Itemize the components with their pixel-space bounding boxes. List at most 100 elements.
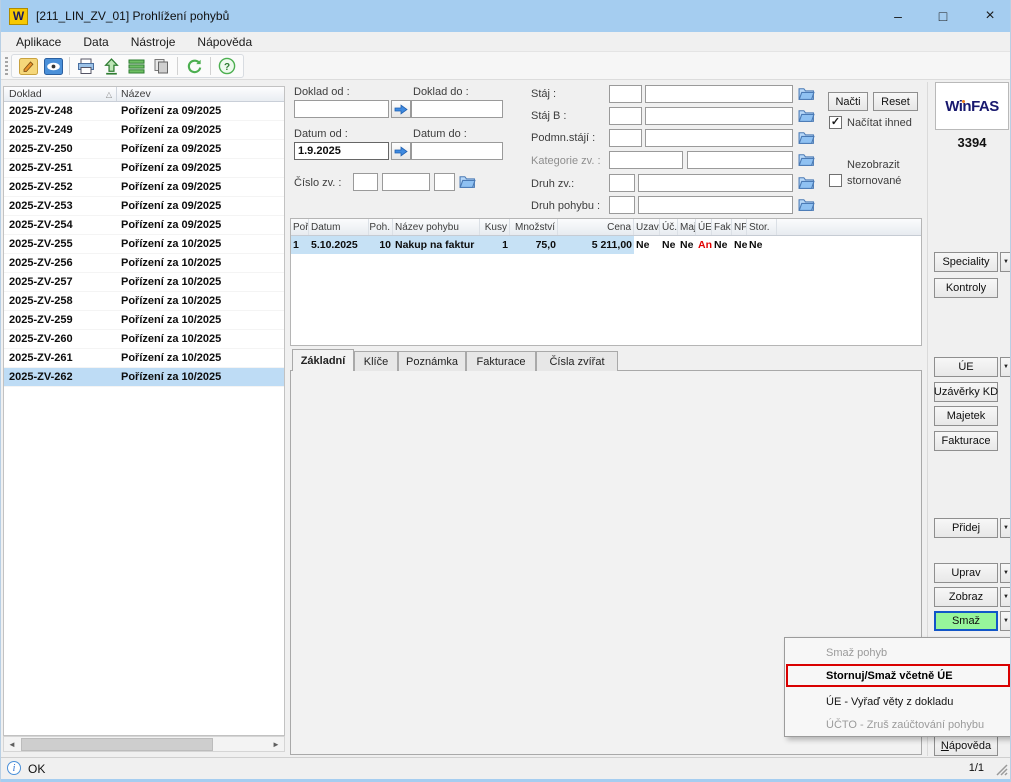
uzaverky-kd-button[interactable]: Uzávěrky KD — [934, 382, 998, 402]
maximize-button[interactable]: □ — [928, 0, 958, 32]
speciality-dropdown-icon[interactable]: ▼ — [1000, 252, 1011, 272]
list-row[interactable]: 2025-ZV-258Pořízení za 10/2025 — [4, 292, 284, 311]
edit-icon[interactable] — [17, 56, 39, 76]
col-maj[interactable]: Maj. — [678, 219, 696, 235]
list-row[interactable]: 2025-ZV-249Pořízení za 09/2025 — [4, 121, 284, 140]
list-row[interactable]: 2025-ZV-251Pořízení za 09/2025 — [4, 159, 284, 178]
druh-pohybu-code-input[interactable] — [609, 196, 635, 214]
cislo-zv-input-2[interactable] — [382, 173, 430, 191]
menu-aplikace[interactable]: Aplikace — [5, 32, 72, 51]
list-row[interactable]: 2025-ZV-256Pořízení za 10/2025 — [4, 254, 284, 273]
tab-zakladni[interactable]: Základní — [292, 349, 354, 371]
list-row[interactable]: 2025-ZV-253Pořízení za 09/2025 — [4, 197, 284, 216]
col-np[interactable]: NP — [732, 219, 747, 235]
folder-icon[interactable] — [798, 108, 815, 123]
list-row[interactable]: 2025-ZV-252Pořízení za 09/2025 — [4, 178, 284, 197]
export-icon[interactable] — [100, 56, 122, 76]
copy-doklad-arrow-button[interactable] — [391, 100, 411, 118]
copy-datum-arrow-button[interactable] — [391, 142, 411, 160]
list-row[interactable]: 2025-ZV-257Pořízení za 10/2025 — [4, 273, 284, 292]
menu-item-stornuj-smaz-vcetne-ue[interactable]: Stornuj/Smaž včetně ÚE — [786, 664, 1010, 687]
cislo-zv-input-1[interactable] — [353, 173, 378, 191]
cislo-zv-input-3[interactable] — [434, 173, 455, 191]
list-row-selected[interactable]: 2025-ZV-262Pořízení za 10/2025 — [4, 368, 284, 387]
col-ue[interactable]: ÚE — [696, 219, 712, 235]
list-row[interactable]: 2025-ZV-254Pořízení za 09/2025 — [4, 216, 284, 235]
col-kusy[interactable]: Kusy — [480, 219, 510, 235]
list-icon[interactable] — [125, 56, 147, 76]
col-datum[interactable]: Datum — [309, 219, 369, 235]
help-icon[interactable]: ? — [216, 56, 238, 76]
toolbar-grip-handle[interactable] — [5, 57, 8, 75]
nezobrazit-stornovane-checkbox[interactable] — [829, 174, 842, 187]
close-button[interactable]: × — [975, 0, 1005, 32]
pridej-dropdown-icon[interactable]: ▼ — [1000, 518, 1011, 538]
list-row[interactable]: 2025-ZV-248Pořízení za 09/2025 — [4, 102, 284, 121]
folder-icon[interactable] — [798, 175, 815, 190]
folder-icon[interactable] — [459, 174, 476, 189]
view-icon[interactable] — [42, 56, 64, 76]
smaz-dropdown-icon[interactable]: ▼ — [1000, 611, 1011, 631]
uprav-dropdown-icon[interactable]: ▼ — [1000, 563, 1011, 583]
druh-zv-code-input[interactable] — [609, 174, 635, 192]
col-fakt[interactable]: Fakt — [712, 219, 732, 235]
horizontal-scrollbar[interactable]: ◄ ► — [3, 736, 285, 752]
staj-name-input[interactable] — [645, 85, 793, 103]
zobraz-button[interactable]: Zobraz — [934, 587, 998, 607]
kategorie-name-input[interactable] — [687, 151, 793, 169]
list-row[interactable]: 2025-ZV-261Pořízení za 10/2025 — [4, 349, 284, 368]
list-row[interactable]: 2025-ZV-260Pořízení za 10/2025 — [4, 330, 284, 349]
staj-b-name-input[interactable] — [645, 107, 793, 125]
list-row[interactable]: 2025-ZV-259Pořízení za 10/2025 — [4, 311, 284, 330]
reset-button[interactable]: Reset — [873, 92, 918, 111]
tab-fakturace[interactable]: Fakturace — [466, 351, 536, 371]
refresh-icon[interactable] — [183, 56, 205, 76]
col-por[interactable]: Poř. — [291, 219, 309, 235]
druh-pohybu-name-input[interactable] — [638, 196, 793, 214]
col-poh[interactable]: Poh. — [369, 219, 393, 235]
col-mnozstvi[interactable]: Množství — [510, 219, 558, 235]
ue-dropdown-icon[interactable]: ▼ — [1000, 357, 1011, 377]
majetek-button[interactable]: Majetek — [934, 406, 998, 426]
nacti-button[interactable]: Načti — [828, 92, 868, 111]
podmn-code-input[interactable] — [609, 129, 642, 147]
menu-item-ucto-zrus-zauctovani[interactable]: ÚČTO - Zruš zaúčtování pohybu — [786, 713, 1010, 736]
podmn-name-input[interactable] — [645, 129, 793, 147]
datum-od-input[interactable]: 1.9.2025 — [294, 142, 389, 160]
scroll-left-icon[interactable]: ◄ — [4, 738, 20, 751]
col-nazev-pohybu[interactable]: Název pohybu — [393, 219, 480, 235]
minimize-button[interactable]: – — [883, 0, 913, 32]
tab-cisla-zvirat[interactable]: Čísla zvířat — [536, 351, 618, 371]
fakturace-button[interactable]: Fakturace — [934, 431, 998, 451]
druh-zv-name-input[interactable] — [638, 174, 793, 192]
kontroly-button[interactable]: Kontroly — [934, 278, 998, 298]
staj-b-code-input[interactable] — [609, 107, 642, 125]
col-uzav[interactable]: Uzav. — [634, 219, 660, 235]
folder-icon[interactable] — [798, 197, 815, 212]
column-header-doklad[interactable]: Doklad△ — [4, 87, 117, 101]
nacitat-ihned-checkbox[interactable]: ✓ — [829, 116, 842, 129]
print-icon[interactable] — [75, 56, 97, 76]
column-header-nazev[interactable]: Název — [117, 87, 284, 101]
resize-grip-icon[interactable] — [996, 764, 1008, 776]
ue-button[interactable]: ÚE — [934, 357, 998, 377]
folder-icon[interactable] — [798, 130, 815, 145]
list-row[interactable]: 2025-ZV-255Pořízení za 10/2025 — [4, 235, 284, 254]
list-row[interactable]: 2025-ZV-250Pořízení za 09/2025 — [4, 140, 284, 159]
zobraz-dropdown-icon[interactable]: ▼ — [1000, 587, 1011, 607]
col-cena[interactable]: Cena — [558, 219, 634, 235]
scrollbar-thumb[interactable] — [21, 738, 213, 751]
uprav-button[interactable]: Uprav — [934, 563, 998, 583]
speciality-button[interactable]: Speciality — [934, 252, 998, 272]
scroll-right-icon[interactable]: ► — [268, 738, 284, 751]
movement-row[interactable]: 1 5.10.2025 10 Nakup na faktur 1 75,0 5 … — [291, 236, 921, 254]
menu-data[interactable]: Data — [72, 32, 119, 51]
smaz-button[interactable]: Smaž — [934, 611, 998, 631]
menu-napoveda[interactable]: Nápověda — [186, 32, 263, 51]
tab-klice[interactable]: Klíče — [354, 351, 398, 371]
napoveda-button[interactable]: Nápověda — [934, 736, 998, 756]
staj-code-input[interactable] — [609, 85, 642, 103]
copy-icon[interactable] — [150, 56, 172, 76]
datum-do-input[interactable] — [411, 142, 503, 160]
menu-nastroje[interactable]: Nástroje — [120, 32, 187, 51]
